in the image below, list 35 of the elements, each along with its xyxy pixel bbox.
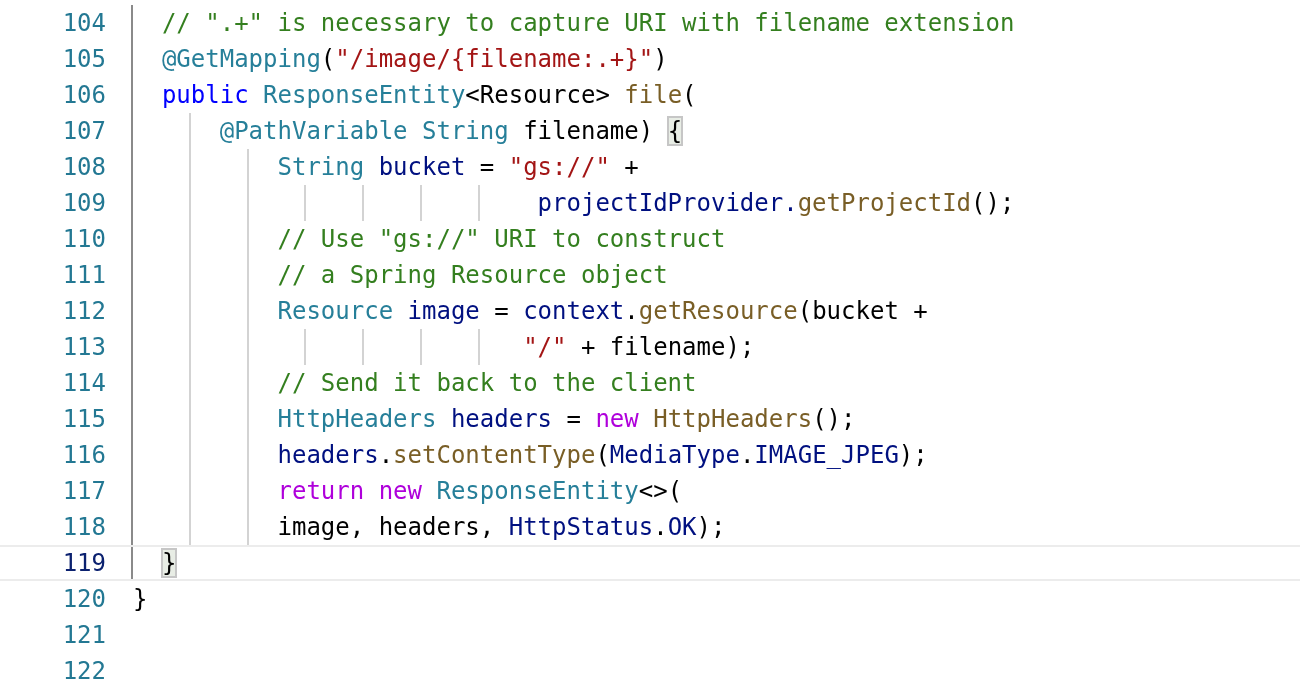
- line-number: 109: [62, 188, 106, 219]
- line-number: 116: [62, 440, 106, 471]
- code-line: // a Spring Resource object: [276, 260, 668, 290]
- line-number: 120: [62, 584, 106, 615]
- line-number: 107: [62, 116, 106, 147]
- code-line: String bucket = "gs://" +: [276, 152, 639, 182]
- code-line: // ".+" is necessary to capture URI with filename extension: [160, 8, 1015, 38]
- line-number: 119: [62, 548, 106, 579]
- code-line: public ResponseEntity<Resource> file(: [160, 80, 697, 110]
- code-line: @GetMapping("/image/{filename:.+}"): [160, 44, 668, 74]
- line-number: 115: [62, 404, 106, 435]
- line-number: 110: [62, 224, 106, 255]
- code-line: projectIdProvider.getProjectId();: [536, 188, 1015, 218]
- line-number: 104: [62, 8, 106, 39]
- code-line: }: [133, 584, 148, 614]
- line-number: 118: [62, 512, 106, 543]
- code-line: HttpHeaders headers = new HttpHeaders();: [276, 404, 856, 434]
- line-number: 122: [62, 656, 106, 684]
- line-number: 112: [62, 296, 106, 327]
- line-number: 117: [62, 476, 106, 507]
- line-number: 121: [62, 620, 106, 651]
- code-line: // Use "gs://" URI to construct: [276, 224, 726, 254]
- code-line: @PathVariable String filename) {: [218, 116, 683, 146]
- line-number: 105: [62, 44, 106, 75]
- code-line: headers.setContentType(MediaType.IMAGE_JPEG);: [276, 440, 928, 470]
- code-line: Resource image = context.getResource(bucket +: [276, 296, 928, 326]
- line-number: 113: [62, 332, 106, 363]
- code-line: image, headers, HttpStatus.OK);: [276, 512, 726, 542]
- line-number: 111: [62, 260, 106, 291]
- code-line: return new ResponseEntity<>(: [276, 476, 683, 506]
- line-number: 106: [62, 80, 106, 111]
- code-line: // Send it back to the client: [276, 368, 697, 398]
- code-line: "/" + filename);: [522, 332, 755, 362]
- line-number: 114: [62, 368, 106, 399]
- line-number: 108: [62, 152, 106, 183]
